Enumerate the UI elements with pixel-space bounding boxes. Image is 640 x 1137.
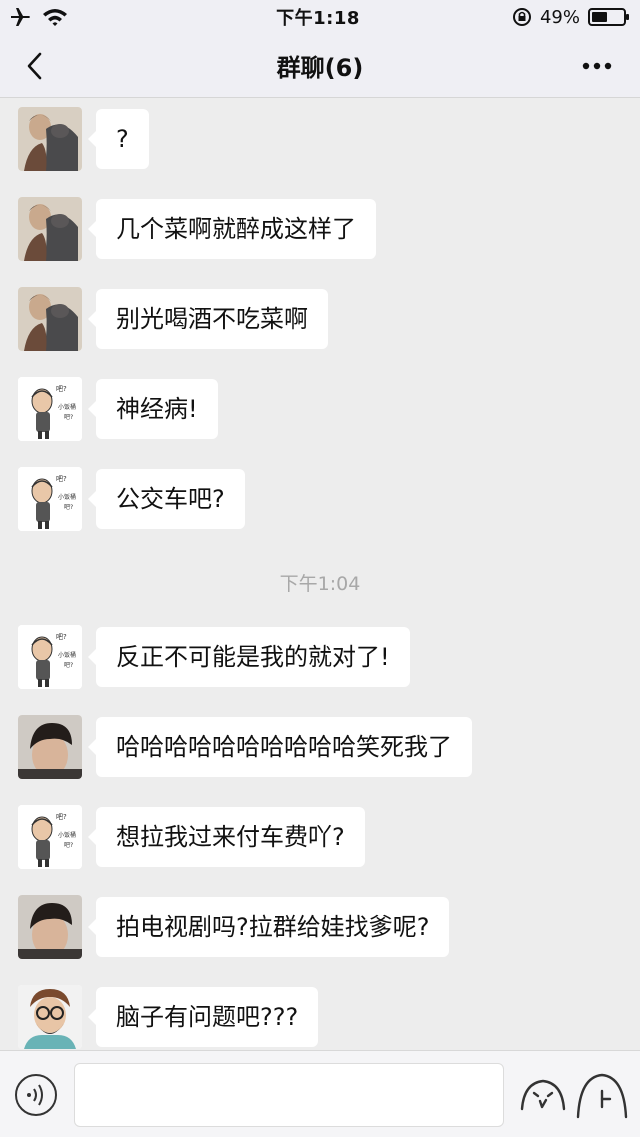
message-item: 拍电视剧吗?拉群给娃找爹呢? <box>18 895 450 959</box>
avatar-man-with-cat[interactable] <box>18 107 82 171</box>
message-bubble[interactable]: 神经病! <box>88 379 218 439</box>
sticker-text: 吧? <box>56 475 67 483</box>
avatar-photo <box>18 715 82 779</box>
airplane-icon <box>11 8 30 26</box>
message-bubble[interactable]: 哈哈哈哈哈哈哈哈哈哈笑死我了 <box>88 717 472 777</box>
message-item: 脑子有问题吧??? <box>18 985 319 1049</box>
more-dots-icon[interactable] <box>580 52 614 80</box>
sticker-text: 吧? <box>64 504 73 511</box>
sticker-text: 吧? <box>64 414 73 421</box>
timestamp-separator: 下午1:04 <box>279 573 361 595</box>
status-bar: 下午1:18 49% <box>0 0 640 34</box>
voice-icon[interactable] <box>14 1073 58 1117</box>
avatar-man-with-cat[interactable] <box>18 197 82 261</box>
message-item: 吧? 小饭桶 吧? 反正不可能是我的就对了! <box>18 625 410 689</box>
avatar-cartoon-sticker[interactable]: 吧? 小饭桶 吧? <box>18 805 82 869</box>
message-item: 吧? 小饭桶 吧? 想拉我过来付车费吖? <box>18 805 365 869</box>
sticker-text: 吧? <box>64 662 73 669</box>
battery-icon <box>588 8 629 26</box>
sticker-text: 吧? <box>56 633 67 641</box>
avatar-boy[interactable] <box>18 895 82 959</box>
avatar-photo <box>18 287 82 351</box>
avatar-illustration <box>18 985 82 1049</box>
sticker-text: 小饭桶 <box>58 651 76 659</box>
message-item: 吧? 小饭桶 吧? 公交车吧? <box>18 467 245 531</box>
avatar-photo <box>18 107 82 171</box>
avatar-cartoon-sticker[interactable]: 吧? 小饭桶 吧? <box>18 377 82 441</box>
avatar-cartoon-sticker[interactable]: 吧? 小饭桶 吧? <box>18 467 82 531</box>
sticker-text: 吧? <box>64 842 73 849</box>
message-bubble[interactable]: 反正不可能是我的就对了! <box>88 627 410 687</box>
status-right: 49% <box>426 6 629 28</box>
status-time: 下午1:18 <box>276 8 360 29</box>
message-bubble[interactable]: 公交车吧? <box>88 469 245 529</box>
message-bubble[interactable]: 脑子有问题吧??? <box>87 987 319 1047</box>
message-bubble[interactable]: ? <box>88 109 149 169</box>
chat-list[interactable]: ? 几个菜啊就醉成这样了 别光喝酒不吃菜啊 吧? 小饭桶 吧? 神经病! 吧? … <box>0 99 640 1050</box>
battery-level <box>592 12 607 22</box>
emoji-icon[interactable] <box>518 1069 568 1119</box>
avatar-sticker: 吧? 小饭桶 吧? <box>18 805 82 869</box>
chevron-left-icon[interactable] <box>20 48 50 84</box>
battery-percent: 49% <box>539 6 580 28</box>
message-item: 哈哈哈哈哈哈哈哈哈哈笑死我了 <box>18 715 472 779</box>
message-bubble[interactable]: 别光喝酒不吃菜啊 <box>88 289 328 349</box>
avatar-boy[interactable] <box>18 715 82 779</box>
message-input[interactable] <box>74 1063 504 1127</box>
plus-icon[interactable] <box>574 1067 630 1123</box>
avatar-photo <box>18 197 82 261</box>
message-bubble[interactable]: 拍电视剧吗?拉群给娃找爹呢? <box>87 897 450 957</box>
sticker-text: 吧? <box>56 385 67 393</box>
orientation-lock-icon <box>512 8 531 26</box>
page-title: 群聊(6) <box>276 54 364 82</box>
avatar-illustrated-man[interactable] <box>18 985 82 1049</box>
avatar-sticker: 吧? 小饭桶 吧? <box>18 467 82 531</box>
avatar-photo <box>18 895 82 959</box>
wifi-icon <box>43 9 67 26</box>
input-bar <box>0 1050 640 1137</box>
sticker-text: 小饭桶 <box>58 493 76 501</box>
avatar-sticker: 吧? 小饭桶 吧? <box>18 377 82 441</box>
avatar-cartoon-sticker[interactable]: 吧? 小饭桶 吧? <box>18 625 82 689</box>
message-bubble[interactable]: 几个菜啊就醉成这样了 <box>88 199 376 259</box>
sticker-text: 小饭桶 <box>58 403 76 411</box>
message-item: 几个菜啊就醉成这样了 <box>18 197 376 261</box>
avatar-man-with-cat[interactable] <box>18 287 82 351</box>
message-item: 别光喝酒不吃菜啊 <box>18 287 328 351</box>
message-item: 吧? 小饭桶 吧? 神经病! <box>18 377 218 441</box>
avatar-sticker: 吧? 小饭桶 吧? <box>18 625 82 689</box>
sticker-text: 小饭桶 <box>58 831 76 839</box>
message-item: ? <box>18 107 149 171</box>
nav-bar: 群聊(6) <box>0 34 640 98</box>
sticker-text: 吧? <box>56 813 67 821</box>
status-left <box>10 7 210 27</box>
message-bubble[interactable]: 想拉我过来付车费吖? <box>88 807 365 867</box>
